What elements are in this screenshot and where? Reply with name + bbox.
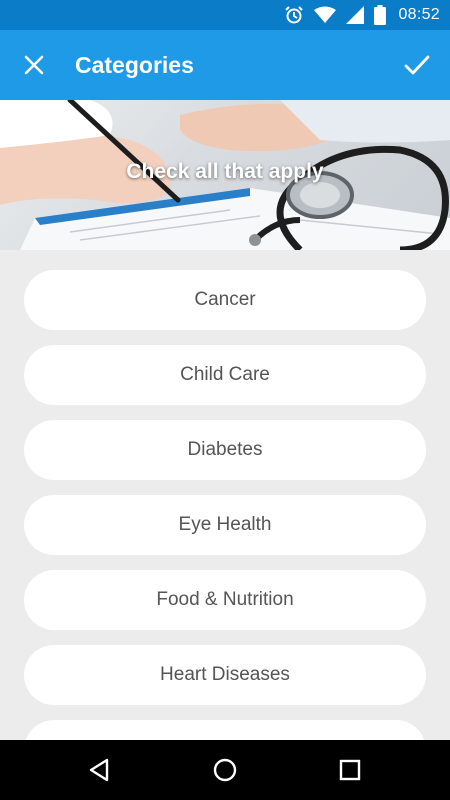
signal-icon (346, 6, 365, 24)
banner-caption: Check all that apply (126, 160, 324, 183)
back-icon[interactable] (85, 755, 115, 785)
battery-icon (374, 5, 387, 25)
close-icon[interactable] (20, 51, 48, 79)
category-label: Food & Nutrition (156, 589, 294, 610)
header-banner: Check all that apply (0, 100, 450, 250)
category-label: Cancer (194, 289, 256, 310)
category-child-care[interactable]: Child Care (24, 345, 426, 405)
category-label: Diabetes (187, 439, 263, 460)
category-next-partial[interactable] (24, 720, 426, 740)
check-icon[interactable] (402, 50, 432, 80)
home-icon[interactable] (210, 755, 240, 785)
status-time: 08:52 (398, 6, 440, 23)
category-label: Child Care (180, 364, 270, 385)
recents-icon[interactable] (335, 755, 365, 785)
wifi-icon (314, 6, 337, 24)
page-title: Categories (75, 52, 194, 78)
category-cancer[interactable]: Cancer (24, 270, 426, 330)
app-bar: Categories (0, 30, 450, 100)
category-heart-diseases[interactable]: Heart Diseases (24, 645, 426, 705)
category-label: Heart Diseases (160, 664, 290, 685)
category-label: Eye Health (178, 514, 272, 535)
alarm-icon (284, 5, 304, 25)
navigation-bar (0, 740, 450, 800)
category-diabetes[interactable]: Diabetes (24, 420, 426, 480)
category-list: Cancer Child Care Diabetes Eye Health Fo… (0, 250, 450, 740)
category-food-nutrition[interactable]: Food & Nutrition (24, 570, 426, 630)
status-bar: 08:52 (0, 0, 450, 30)
category-eye-health[interactable]: Eye Health (24, 495, 426, 555)
